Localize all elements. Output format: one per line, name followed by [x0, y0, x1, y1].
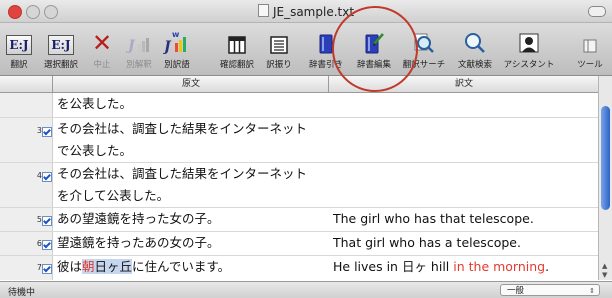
svg-text:J: J — [163, 39, 172, 55]
status-bar: 待機中 一般 ⇕ — [0, 281, 612, 298]
document-search-button[interactable]: 文献検索 — [452, 29, 498, 73]
toolbar: E:J 翻訳 E:J 選択翻訳 ✕ 中止 J 別解釈 w J 別訳語 確認翻訳 … — [0, 23, 612, 76]
source-line: で公表した。 — [57, 143, 133, 158]
table-row[interactable]: を公表した。 — [0, 93, 598, 118]
scroll-up-arrow-icon[interactable]: ▲ — [602, 262, 607, 270]
column-header: 原文 訳文 — [0, 76, 598, 93]
row-checkbox[interactable] — [42, 240, 52, 250]
stop-label: 中止 — [93, 60, 111, 70]
source-text[interactable]: その会社は、調査した結果をインターネット を介して公表した。 — [57, 163, 327, 207]
toolbar-toggle-button[interactable] — [588, 6, 606, 17]
window-title-wrap: JE_sample.txt — [0, 4, 612, 19]
row-checkbox[interactable] — [42, 216, 52, 226]
source-text[interactable]: 彼は朝日ヶ丘に住んでいます。 — [57, 256, 327, 278]
table-row[interactable]: 3 その会社は、調査した結果をインターネット で公表した。 — [0, 118, 598, 163]
target-segment: He lives in 日ヶ hill — [333, 259, 454, 274]
source-text[interactable]: を公表した。 — [57, 93, 327, 115]
tools-label: ツール — [577, 60, 603, 70]
table-row[interactable]: 6 望遠鏡を持ったあの女の子。 That girl who has a tele… — [0, 232, 598, 256]
confirm-translate-icon — [228, 36, 246, 54]
target-text[interactable]: He lives in 日ヶ hill in the morning. — [333, 256, 595, 278]
assistant-button[interactable]: アシスタント — [500, 29, 558, 73]
annotation-circle — [332, 6, 418, 92]
target-text[interactable]: That girl who has a telescope. — [333, 232, 595, 254]
source-segment: 彼は — [57, 259, 83, 274]
selection-translate-label: 選択翻訳 — [43, 60, 78, 70]
select-arrows-icon: ⇕ — [589, 287, 595, 295]
assistant-label: アシスタント — [503, 60, 555, 70]
source-segment-highlighted: 日ヶ丘 — [94, 259, 133, 274]
row-checkbox[interactable] — [42, 127, 52, 137]
window-title: JE_sample.txt — [272, 5, 355, 19]
row-number: 6 — [36, 239, 42, 248]
row-number: 7 — [36, 263, 42, 272]
svg-text:J: J — [126, 38, 136, 54]
svg-text:w: w — [172, 30, 180, 39]
translation-table: を公表した。 3 その会社は、調査した結果をインターネット で公表した。 4 そ… — [0, 93, 598, 280]
alternate-term-icon: w J — [163, 30, 186, 55]
assistant-icon — [519, 33, 539, 53]
document-icon — [257, 4, 269, 17]
selection-translate-button[interactable]: E:J 選択翻訳 — [42, 29, 80, 73]
stop-x-icon: ✕ — [91, 29, 113, 57]
alternate-interpretation-button[interactable]: J 別解釈 — [120, 29, 158, 73]
target-segment-red: in the morning — [453, 259, 546, 274]
target-segment: . — [545, 259, 550, 274]
row-number: 5 — [36, 215, 42, 224]
vertical-scrollbar[interactable]: ▲ ▼ — [598, 76, 612, 280]
source-text[interactable]: その会社は、調査した結果をインターネット で公表した。 — [57, 118, 327, 162]
source-line: を介して公表した。 — [57, 188, 170, 203]
source-line: その会社は、調査した結果をインターネット — [57, 166, 308, 181]
confirm-translate-button[interactable]: 確認翻訳 — [218, 29, 256, 73]
translate-label: 翻訳 — [10, 60, 28, 70]
scrollbar-thumb[interactable] — [601, 106, 610, 210]
status-text: 待機中 — [8, 288, 36, 298]
interlinear-label: 訳振り — [266, 60, 292, 70]
source-segment: に住んでいます。 — [132, 259, 231, 274]
mode-select-value: 一般 — [507, 286, 525, 296]
tools-icon — [583, 39, 597, 53]
tools-button[interactable]: ツール — [572, 29, 608, 73]
title-bar: JE_sample.txt — [0, 0, 612, 23]
source-text[interactable]: 望遠鏡を持ったあの女の子。 — [57, 232, 327, 254]
alternate-interpretation-label: 別解釈 — [126, 60, 152, 70]
source-text[interactable]: あの望遠鏡を持った女の子。 — [57, 208, 327, 230]
translate-button[interactable]: E:J 翻訳 — [4, 29, 34, 73]
ej-translate-icon: E:J — [6, 35, 32, 55]
row-number: 4 — [36, 171, 42, 180]
table-row[interactable]: 7 彼は朝日ヶ丘に住んでいます。 He lives in 日ヶ hill in … — [0, 256, 598, 280]
source-segment-highlighted-red: 朝 — [82, 259, 95, 274]
target-text[interactable]: The girl who has that telescope. — [333, 208, 595, 230]
app-window: JE_sample.txt E:J 翻訳 E:J 選択翻訳 ✕ 中止 J 別解釈… — [0, 0, 612, 298]
table-row[interactable]: 5 あの望遠鏡を持った女の子。 The girl who has that te… — [0, 208, 598, 232]
confirm-translate-label: 確認翻訳 — [219, 60, 254, 70]
interlinear-icon — [270, 36, 288, 54]
alternate-interpretation-icon: J — [126, 38, 149, 54]
scroll-down-arrow-icon[interactable]: ▼ — [602, 271, 607, 279]
mode-select[interactable]: 一般 ⇕ — [500, 284, 600, 296]
row-checkbox[interactable] — [42, 264, 52, 274]
alternate-term-label: 別訳語 — [164, 60, 190, 70]
document-search-label: 文献検索 — [457, 60, 492, 70]
source-column-header[interactable]: 原文 — [52, 76, 329, 92]
ej-selection-translate-icon: E:J — [48, 35, 74, 55]
row-checkbox[interactable] — [42, 172, 52, 182]
alternate-term-button[interactable]: w J 別訳語 — [158, 29, 196, 73]
document-search-icon — [465, 33, 485, 53]
interlinear-button[interactable]: 訳振り — [262, 29, 296, 73]
row-number: 3 — [36, 126, 42, 135]
source-line: を公表した。 — [57, 96, 133, 111]
source-line: その会社は、調査した結果をインターネット — [57, 121, 308, 136]
table-row[interactable]: 4 その会社は、調査した結果をインターネット を介して公表した。 — [0, 163, 598, 208]
stop-button[interactable]: ✕ 中止 — [88, 29, 116, 73]
